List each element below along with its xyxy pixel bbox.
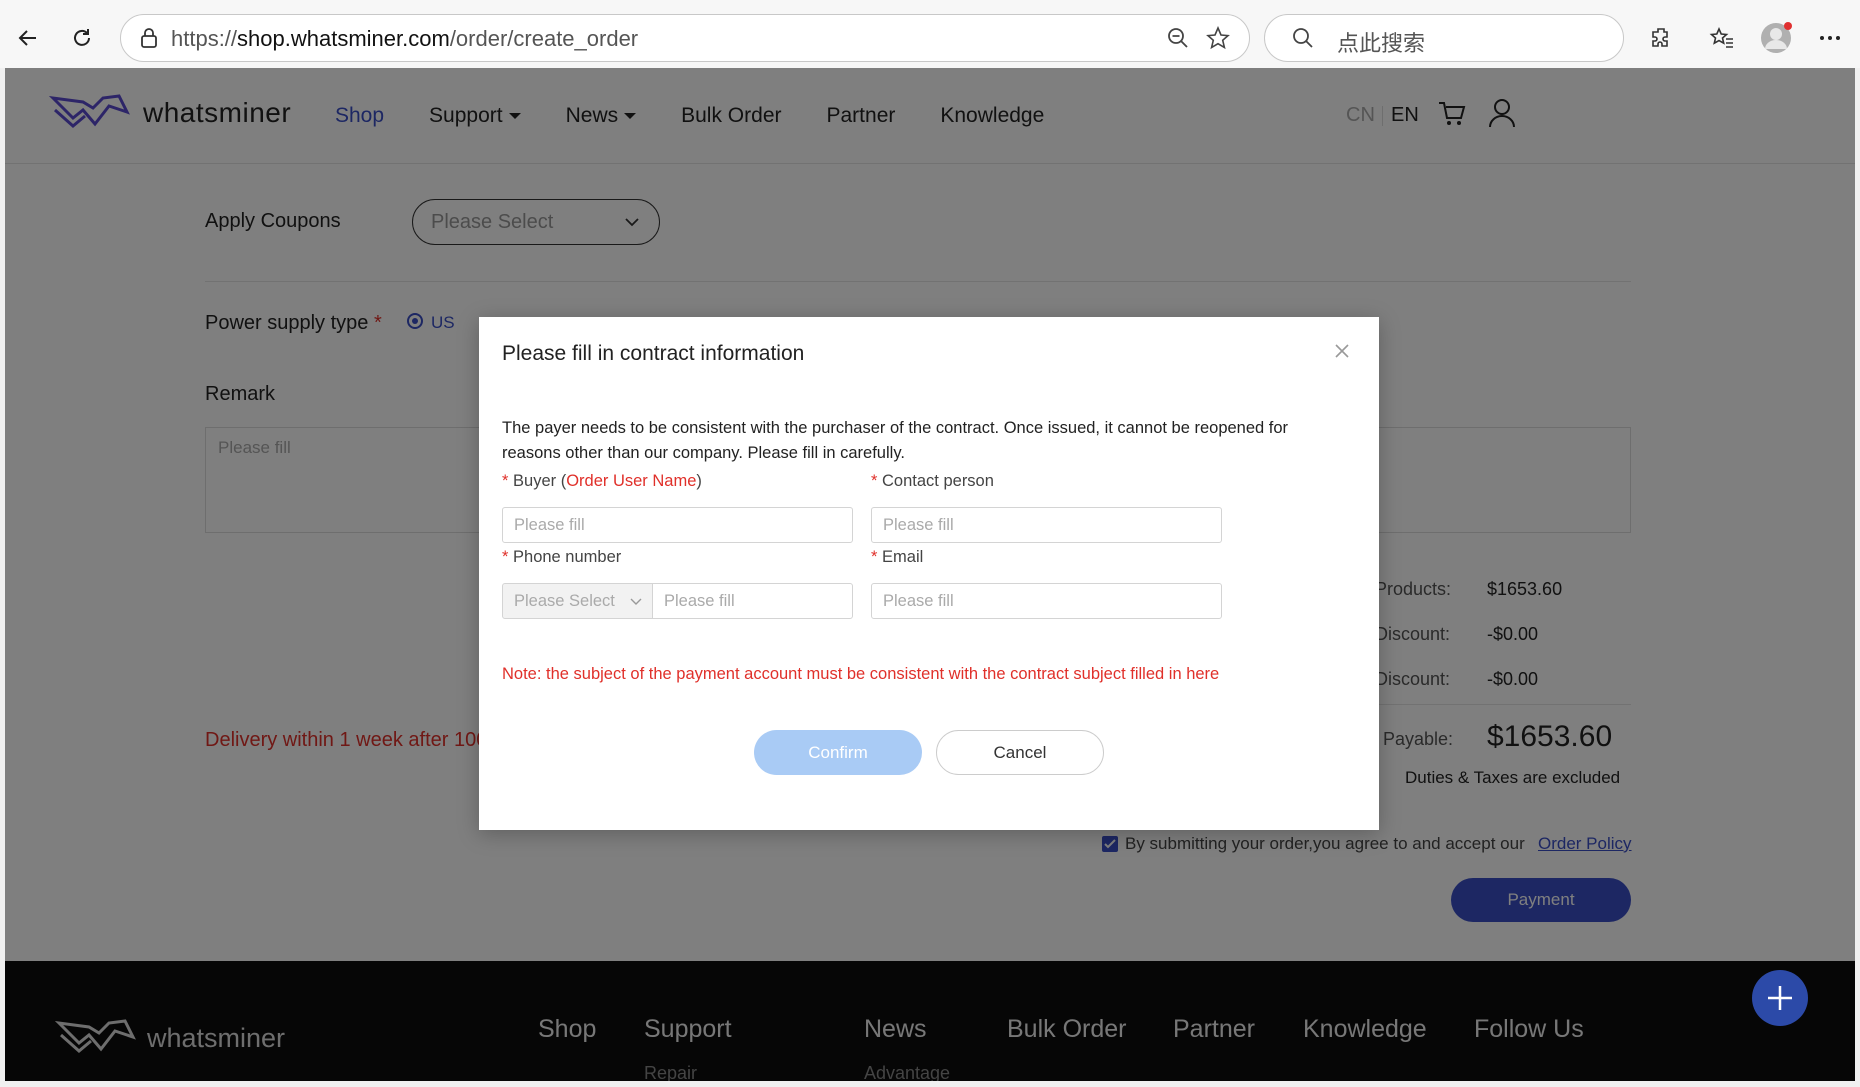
favorite-star-icon[interactable] <box>1206 25 1230 55</box>
phone-number-label-text: Phone number <box>513 548 622 566</box>
contract-info-modal: Please fill in contract information The … <box>479 317 1379 830</box>
required-mark: * <box>502 472 509 490</box>
address-bar[interactable]: https://shop.whatsminer.com/order/create… <box>120 14 1250 62</box>
phone-country-code-select[interactable]: Please Select <box>502 583 653 619</box>
search-placeholder: 点此搜索 <box>1337 31 1426 56</box>
contact-person-label-text: Contact person <box>882 472 994 490</box>
cancel-button[interactable]: Cancel <box>936 730 1104 775</box>
floating-add-button[interactable] <box>1752 970 1808 1026</box>
email-placeholder: Please fill <box>883 592 954 610</box>
favorites-icon[interactable] <box>1702 18 1742 58</box>
buyer-label-end: ) <box>696 472 702 490</box>
chevron-down-icon <box>630 598 642 605</box>
close-icon[interactable] <box>1332 341 1352 361</box>
required-mark: * <box>502 548 509 566</box>
reload-icon[interactable] <box>62 18 102 58</box>
modal-description: The payer needs to be consistent with th… <box>502 419 1289 462</box>
contact-person-label: * Contact person <box>871 472 994 491</box>
contact-person-placeholder: Please fill <box>883 516 954 534</box>
extensions-icon[interactable] <box>1641 18 1681 58</box>
web-page: whatsminer Shop Support News Bulk Order … <box>5 68 1855 1081</box>
search-box[interactable]: 点此搜索 <box>1264 14 1624 62</box>
buyer-label: * Buyer (Order User Name) <box>502 472 702 491</box>
phone-number-input[interactable]: Please fill <box>652 583 853 619</box>
buyer-label-highlight: Order User Name <box>566 472 697 490</box>
buyer-placeholder: Please fill <box>514 516 585 534</box>
phone-number-label: * Phone number <box>502 548 621 567</box>
phone-country-placeholder: Please Select <box>514 592 615 610</box>
url-text: https://shop.whatsminer.com/order/create… <box>171 26 639 51</box>
browser-toolbar: https://shop.whatsminer.com/order/create… <box>0 0 1860 68</box>
email-label: * Email <box>871 548 923 567</box>
email-label-text: Email <box>882 548 924 566</box>
required-mark: * <box>871 548 878 566</box>
buyer-input[interactable]: Please fill <box>502 507 853 543</box>
modal-title: Please fill in contract information <box>502 342 805 365</box>
zoom-out-icon[interactable] <box>1166 26 1190 55</box>
email-input[interactable]: Please fill <box>871 583 1222 619</box>
back-icon[interactable] <box>8 18 48 58</box>
plus-icon <box>1768 986 1792 1010</box>
payment-account-note: Note: the subject of the payment account… <box>502 665 1220 683</box>
confirm-button[interactable]: Confirm <box>754 730 922 775</box>
profile-avatar-icon[interactable] <box>1756 18 1796 58</box>
phone-number-placeholder: Please fill <box>664 592 735 610</box>
contact-person-input[interactable]: Please fill <box>871 507 1222 543</box>
buyer-label-text: Buyer ( <box>513 472 567 490</box>
lock-icon[interactable] <box>139 27 159 54</box>
required-mark: * <box>871 472 878 490</box>
more-options-icon[interactable] <box>1810 18 1850 58</box>
search-icon <box>1291 26 1315 55</box>
